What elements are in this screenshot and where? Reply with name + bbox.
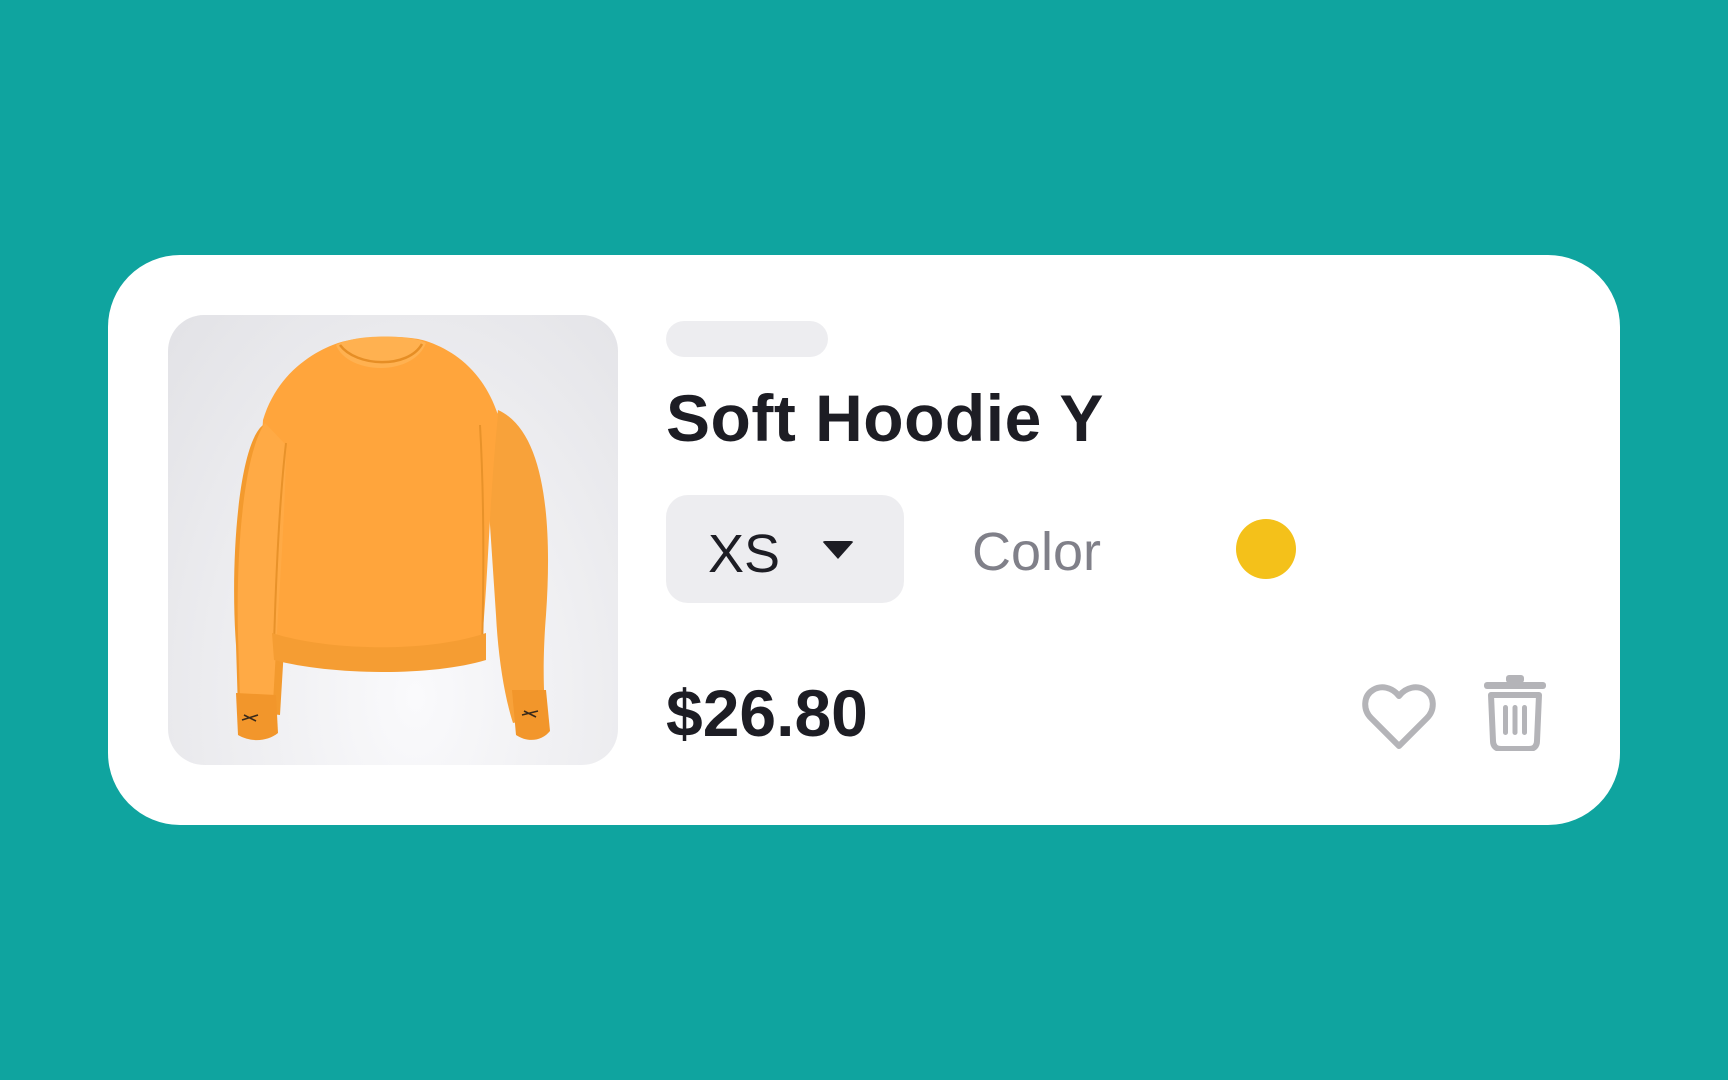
loading-placeholder (666, 321, 828, 357)
size-dropdown[interactable]: XS (666, 495, 904, 603)
color-label: Color (972, 522, 1102, 582)
product-info: Soft Hoodie Y XS Color $26.80 (666, 255, 1620, 825)
caret-down-icon (822, 541, 854, 559)
sweatshirt-illustration (234, 336, 550, 741)
trash-icon[interactable] (1482, 673, 1548, 751)
product-price: $26.80 (666, 676, 868, 750)
color-swatch[interactable] (1236, 519, 1296, 579)
heart-icon[interactable] (1361, 682, 1437, 752)
product-title: Soft Hoodie Y (666, 381, 1104, 455)
cart-item-card: Soft Hoodie Y XS Color $26.80 (108, 255, 1620, 825)
size-value: XS (708, 524, 781, 584)
product-image[interactable] (168, 315, 618, 765)
